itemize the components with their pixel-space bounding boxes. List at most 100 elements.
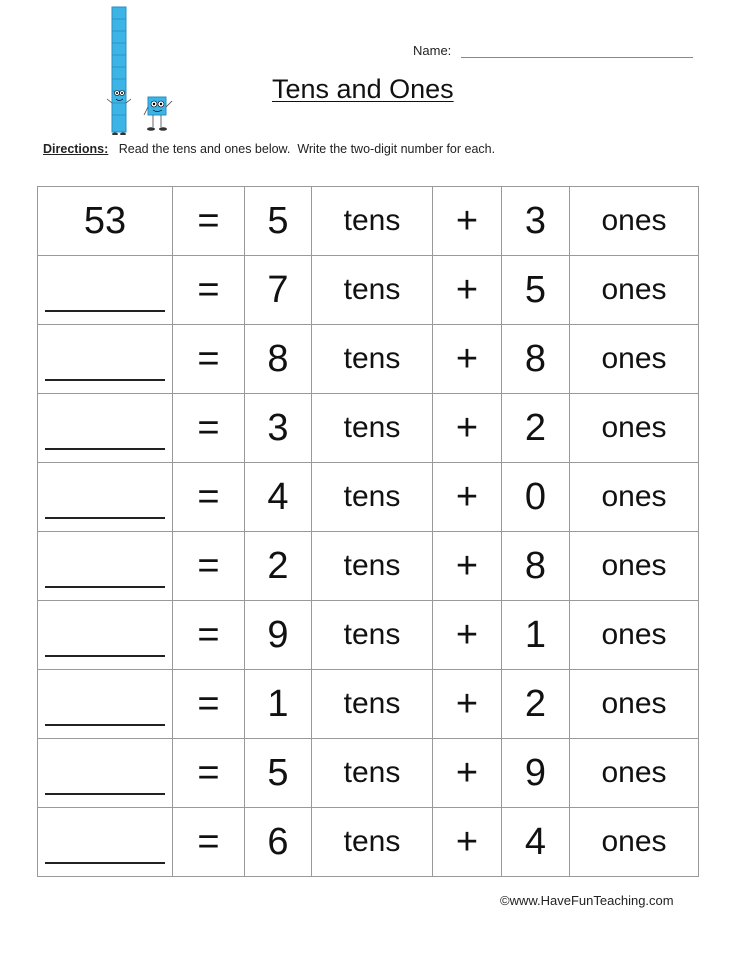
tens-value: 6 [244, 807, 312, 877]
plus-sign: + [432, 255, 502, 325]
page-title: Tens and Ones [272, 74, 454, 104]
plus-sign: + [432, 186, 502, 256]
equals-sign: = [172, 255, 245, 325]
answer-blank[interactable] [45, 556, 165, 588]
ones-value: 0 [501, 462, 570, 532]
plus-sign: + [432, 807, 502, 877]
directions-label: Directions: [43, 142, 109, 156]
answer-cell: 53 [37, 186, 173, 256]
answer-blank[interactable] [45, 280, 165, 312]
equals-sign: = [172, 738, 245, 808]
tens-label: tens [311, 600, 433, 670]
answer-cell[interactable] [37, 324, 173, 394]
ones-value: 1 [501, 600, 570, 670]
problem-row: = 4 tens +0 ones [37, 462, 699, 532]
answer-blank[interactable] [45, 694, 165, 726]
ones-value: 8 [501, 324, 570, 394]
tens-value: 5 [244, 186, 312, 256]
answer-cell[interactable] [37, 531, 173, 601]
directions: Directions: Read the tens and ones below… [43, 142, 495, 156]
ones-label: ones [569, 669, 699, 739]
answer-cell[interactable] [37, 738, 173, 808]
problem-row: = 7 tens +5 ones [37, 255, 699, 325]
problem-row: = 2 tens +8 ones [37, 531, 699, 601]
plus-sign: + [432, 462, 502, 532]
tens-value: 1 [244, 669, 312, 739]
tens-value: 9 [244, 600, 312, 670]
equals-sign: = [172, 462, 245, 532]
ones-label: ones [569, 393, 699, 463]
ones-label: ones [569, 531, 699, 601]
ones-value: 2 [501, 393, 570, 463]
answer-cell[interactable] [37, 462, 173, 532]
tens-label: tens [311, 738, 433, 808]
answer-blank[interactable] [45, 625, 165, 657]
equals-sign: = [172, 600, 245, 670]
answer-blank[interactable] [45, 832, 165, 864]
tens-value: 3 [244, 393, 312, 463]
answer-cell[interactable] [37, 807, 173, 877]
plus-sign: + [432, 669, 502, 739]
problem-row: = 9 tens +1 ones [37, 600, 699, 670]
ones-value: 9 [501, 738, 570, 808]
problem-row: 53 = 5 tens +3 ones [37, 186, 699, 256]
equals-sign: = [172, 393, 245, 463]
ones-label: ones [569, 186, 699, 256]
ones-label: ones [569, 462, 699, 532]
tens-value: 8 [244, 324, 312, 394]
plus-sign: + [432, 738, 502, 808]
tens-label: tens [311, 393, 433, 463]
name-field[interactable] [461, 57, 693, 58]
answer-cell[interactable] [37, 255, 173, 325]
ones-value: 2 [501, 669, 570, 739]
equals-sign: = [172, 807, 245, 877]
name-label: Name: [413, 43, 452, 58]
tens-label: tens [311, 807, 433, 877]
ones-label: ones [569, 324, 699, 394]
answer-cell[interactable] [37, 669, 173, 739]
problem-row: = 8 tens +8 ones [37, 324, 699, 394]
problems-table: 53 = 5 tens +3 ones = 7 tens +5 ones = 8 tens +8 ones = 3… [37, 186, 699, 877]
answer-cell[interactable] [37, 600, 173, 670]
ones-value: 4 [501, 807, 570, 877]
tens-value: 2 [244, 531, 312, 601]
equals-sign: = [172, 324, 245, 394]
tens-label: tens [311, 669, 433, 739]
plus-sign: + [432, 393, 502, 463]
ones-label: ones [569, 255, 699, 325]
answer-blank[interactable] [45, 763, 165, 795]
plus-sign: + [432, 600, 502, 670]
answer-cell[interactable] [37, 393, 173, 463]
directions-text: Read the tens and ones below. Write the … [108, 142, 496, 156]
tens-label: tens [311, 255, 433, 325]
ones-value: 8 [501, 531, 570, 601]
tens-value: 4 [244, 462, 312, 532]
plus-sign: + [432, 324, 502, 394]
tens-value: 7 [244, 255, 312, 325]
ones-label: ones [569, 807, 699, 877]
problem-row: = 3 tens +2 ones [37, 393, 699, 463]
ones-label: ones [569, 738, 699, 808]
answer-blank[interactable] [45, 487, 165, 519]
answer-blank[interactable] [45, 349, 165, 381]
tens-label: tens [311, 462, 433, 532]
ones-value: 5 [501, 255, 570, 325]
ones-label: ones [569, 600, 699, 670]
equals-sign: = [172, 186, 245, 256]
tens-label: tens [311, 531, 433, 601]
answer-blank[interactable] [45, 418, 165, 450]
plus-sign: + [432, 531, 502, 601]
copyright-footer: ©www.HaveFunTeaching.com [500, 893, 674, 908]
equals-sign: = [172, 531, 245, 601]
base-ten-blocks-mascots-icon [106, 6, 173, 135]
problem-row: = 1 tens +2 ones [37, 669, 699, 739]
ten-rod-icon [106, 6, 132, 135]
problem-row: = 6 tens +4 ones [37, 807, 699, 877]
problem-row: = 5 tens +9 ones [37, 738, 699, 808]
one-cube-icon [143, 96, 173, 131]
equals-sign: = [172, 669, 245, 739]
tens-value: 5 [244, 738, 312, 808]
tens-label: tens [311, 324, 433, 394]
tens-label: tens [311, 186, 433, 256]
ones-value: 3 [501, 186, 570, 256]
